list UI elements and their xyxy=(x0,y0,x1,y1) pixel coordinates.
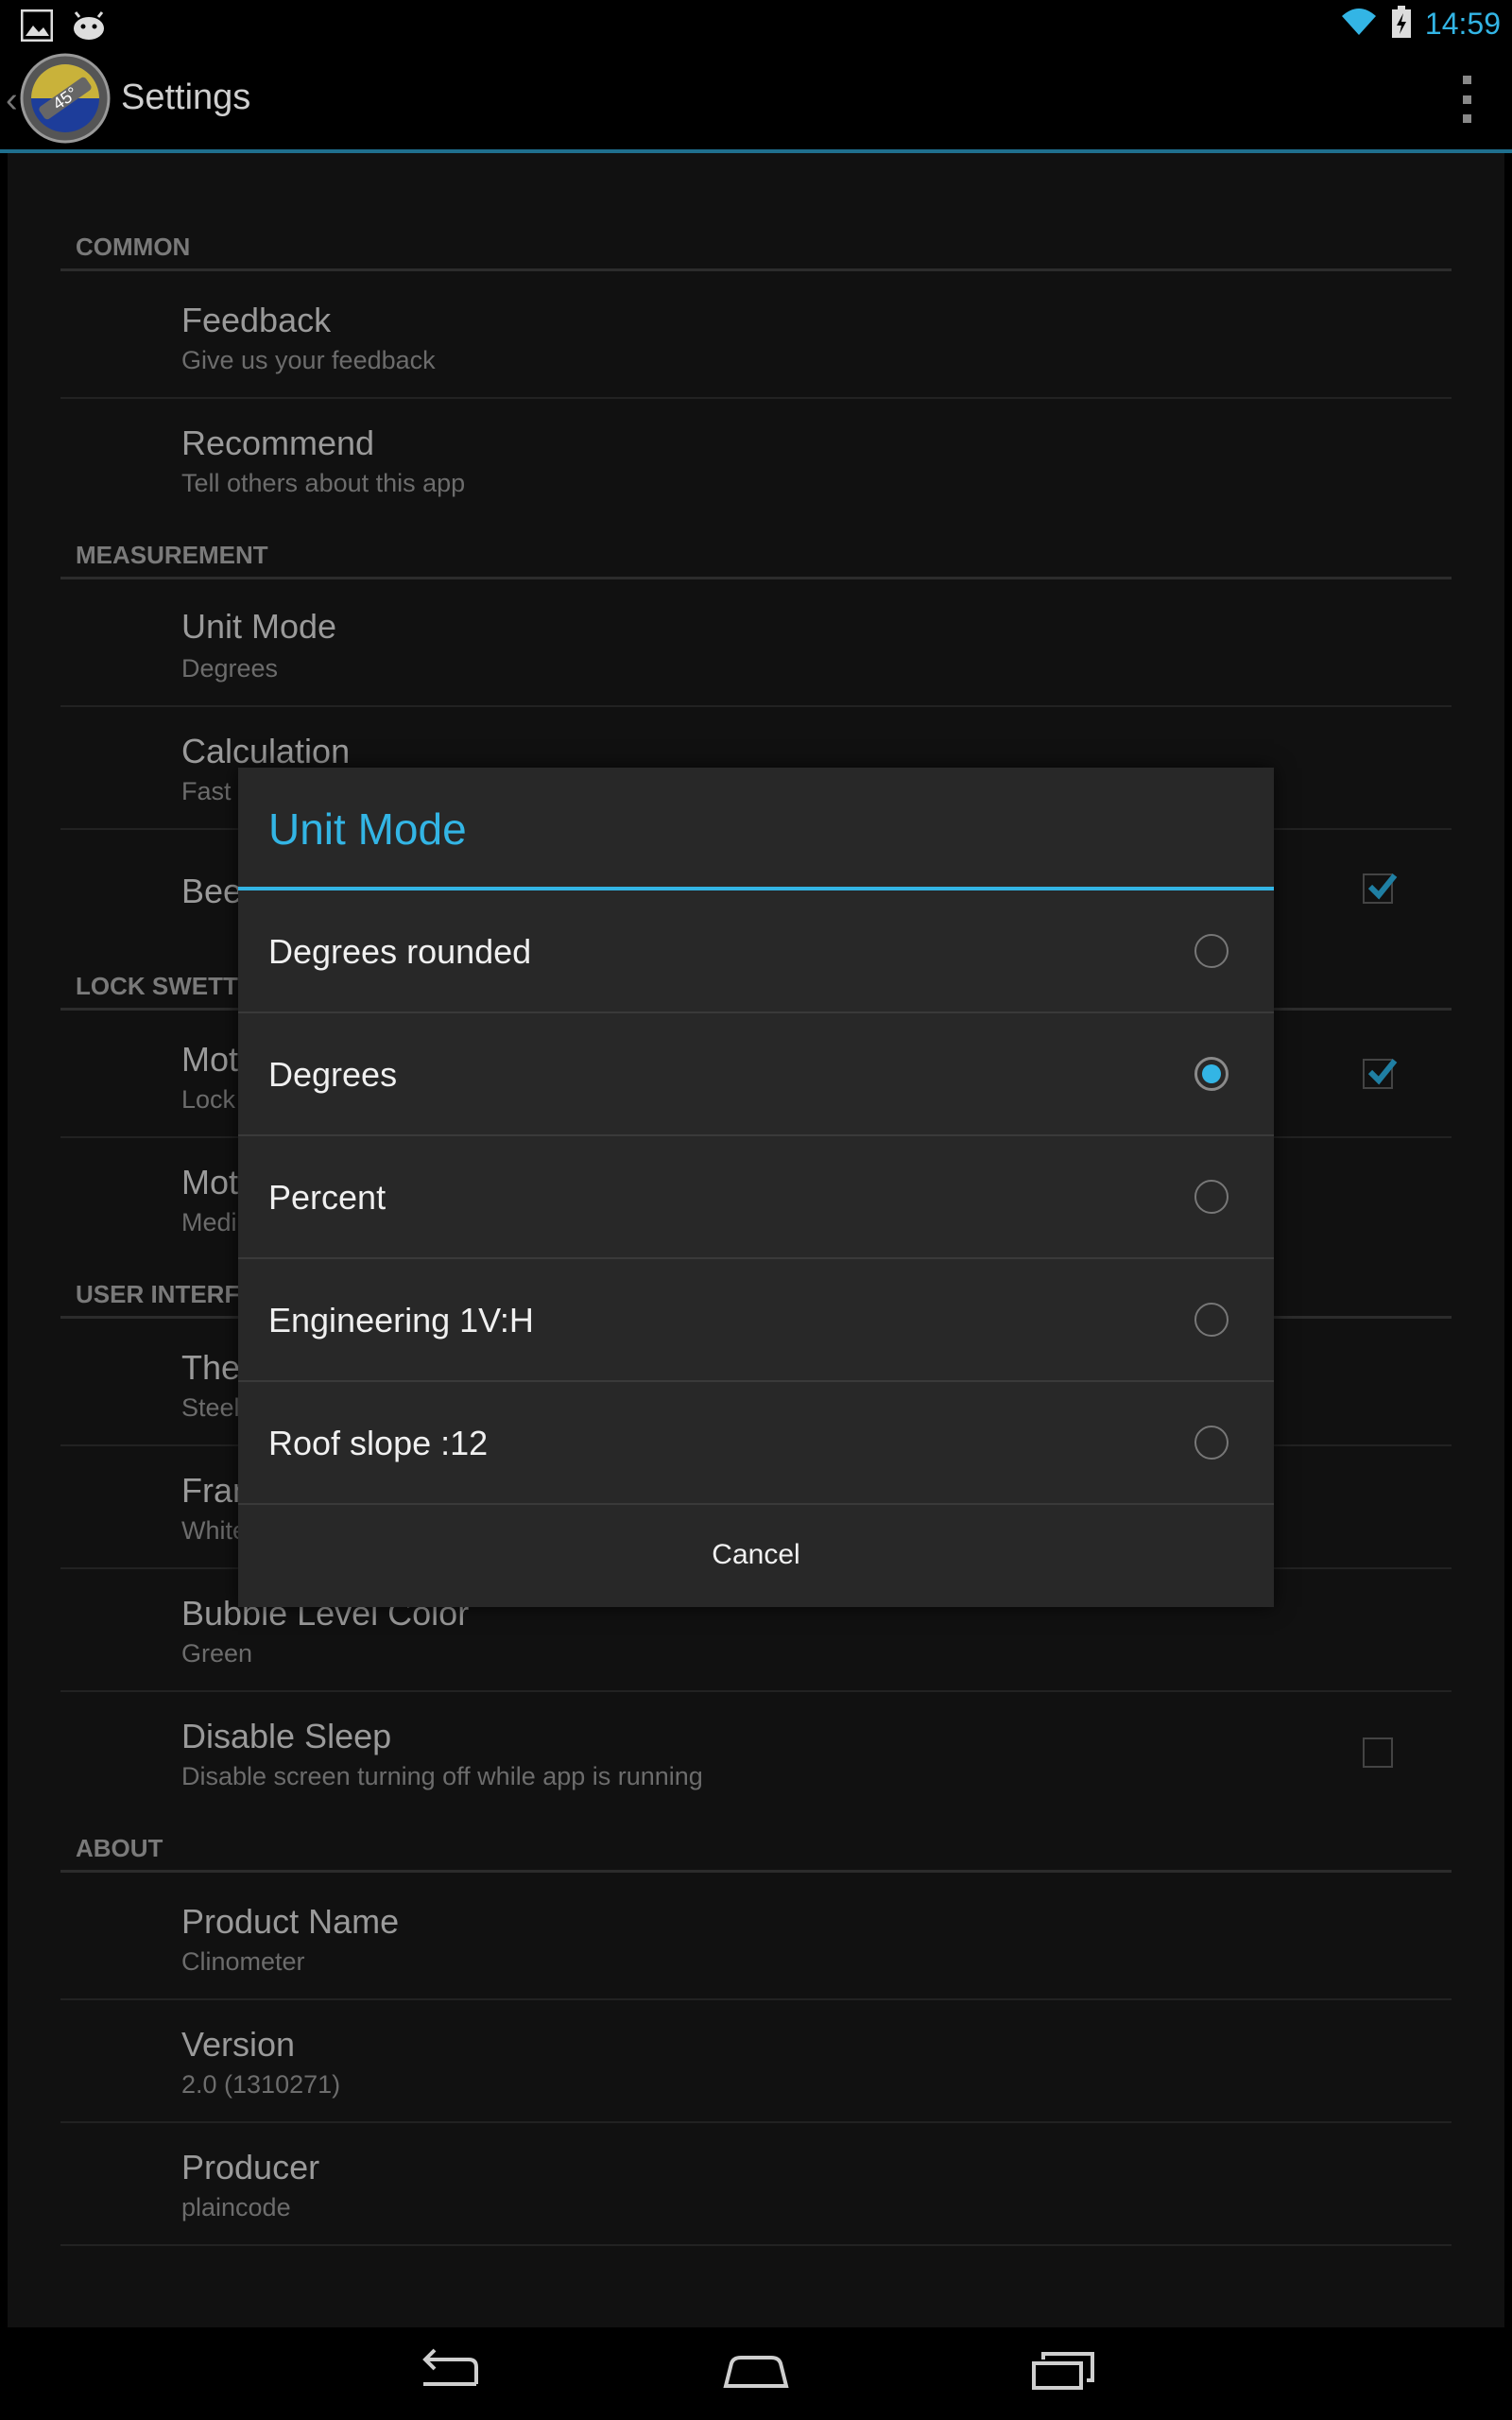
pref-title: Disable Sleep xyxy=(181,1717,392,1755)
divider xyxy=(60,1870,1452,1873)
pref-title: Recommend xyxy=(181,424,375,462)
checkbox-checked-icon[interactable] xyxy=(1363,873,1398,904)
status-bar: 14:59 xyxy=(0,0,1512,49)
radio-button[interactable] xyxy=(1194,1426,1228,1460)
pref-title: Version xyxy=(181,2025,296,2064)
category-common: COMMON xyxy=(76,233,191,261)
action-bar: ‹ 45° Settings xyxy=(0,49,1512,153)
pref-title: Feedback xyxy=(181,301,332,339)
option-percent[interactable]: Percent xyxy=(238,1136,1274,1259)
divider xyxy=(60,268,1452,271)
divider xyxy=(60,2121,1452,2123)
checkbox-unchecked-icon[interactable] xyxy=(1363,1737,1393,1768)
option-roof-slope[interactable]: Roof slope :12 xyxy=(238,1382,1274,1505)
divider xyxy=(60,1690,1452,1692)
divider xyxy=(60,1998,1452,2000)
recents-nav-icon[interactable] xyxy=(1030,2346,1098,2398)
pref-summary: White xyxy=(181,1516,248,1545)
pref-summary: Lock xyxy=(181,1085,236,1114)
status-clock: 14:59 xyxy=(1424,7,1501,41)
pref-summary: Medi xyxy=(181,1208,237,1236)
pref-summary: plaincode xyxy=(181,2193,291,2221)
pref-title: Product Name xyxy=(181,1902,400,1941)
option-label: Degrees xyxy=(268,1055,398,1094)
pref-title: Mot xyxy=(181,1163,239,1201)
pref-summary: Steel xyxy=(181,1393,240,1422)
checkbox-checked-icon[interactable] xyxy=(1363,1059,1398,1089)
radio-button-selected[interactable] xyxy=(1194,1057,1228,1091)
wifi-icon xyxy=(1340,7,1378,42)
radio-button[interactable] xyxy=(1194,1180,1228,1214)
radio-button[interactable] xyxy=(1194,934,1228,968)
up-navigation[interactable]: ‹ 45° xyxy=(6,53,111,148)
cancel-button[interactable]: Cancel xyxy=(238,1503,1274,1607)
option-label: Engineering 1V:H xyxy=(268,1301,534,1340)
option-label: Degrees rounded xyxy=(268,932,532,971)
pref-title: Unit Mode xyxy=(181,607,337,646)
home-nav-icon[interactable] xyxy=(722,2346,790,2398)
pref-title: Producer xyxy=(181,2148,320,2187)
chevron-left-icon: ‹ xyxy=(6,80,18,120)
option-degrees[interactable]: Degrees xyxy=(238,1013,1274,1136)
divider xyxy=(60,2244,1452,2246)
battery-charging-icon xyxy=(1391,6,1412,43)
radio-button[interactable] xyxy=(1194,1303,1228,1337)
android-icon xyxy=(72,11,106,44)
navigation-bar xyxy=(0,2327,1512,2420)
app-icon: 45° xyxy=(20,53,111,148)
category-user-interface: USER INTERF xyxy=(76,1280,240,1308)
option-label: Percent xyxy=(268,1178,387,1217)
dialog-title: Unit Mode xyxy=(268,804,467,854)
overflow-menu-icon[interactable] xyxy=(1457,76,1476,123)
category-measurement: MEASUREMENT xyxy=(76,541,268,569)
divider xyxy=(60,577,1452,579)
pref-summary: 2.0 (1310271) xyxy=(181,2070,341,2099)
option-engineering[interactable]: Engineering 1V:H xyxy=(238,1259,1274,1382)
pref-summary: Green xyxy=(181,1639,253,1668)
category-lock: LOCK SWETT xyxy=(76,972,238,1000)
divider xyxy=(60,397,1452,399)
option-label: Roof slope :12 xyxy=(268,1424,489,1462)
pref-title: Calculation xyxy=(181,732,351,770)
back-nav-icon[interactable] xyxy=(416,2346,484,2398)
pref-summary: Give us your feedback xyxy=(181,346,436,374)
pref-title: Bee xyxy=(181,872,243,910)
option-degrees-rounded[interactable]: Degrees rounded xyxy=(238,890,1274,1013)
page-title: Settings xyxy=(121,78,251,117)
divider xyxy=(60,705,1452,707)
pref-title: Mot xyxy=(181,1040,239,1079)
category-about: ABOUT xyxy=(76,1834,163,1862)
pref-summary: Degrees xyxy=(181,654,279,683)
gallery-icon xyxy=(20,9,54,46)
pref-summary: Tell others about this app xyxy=(181,469,466,497)
pref-summary: Clinometer xyxy=(181,1947,305,1976)
unit-mode-dialog: Unit Mode Degrees rounded Degrees Percen… xyxy=(238,768,1274,1607)
pref-summary: Fast xyxy=(181,777,232,805)
pref-title: The xyxy=(181,1348,241,1387)
pref-summary: Disable screen turning off while app is … xyxy=(181,1762,703,1790)
